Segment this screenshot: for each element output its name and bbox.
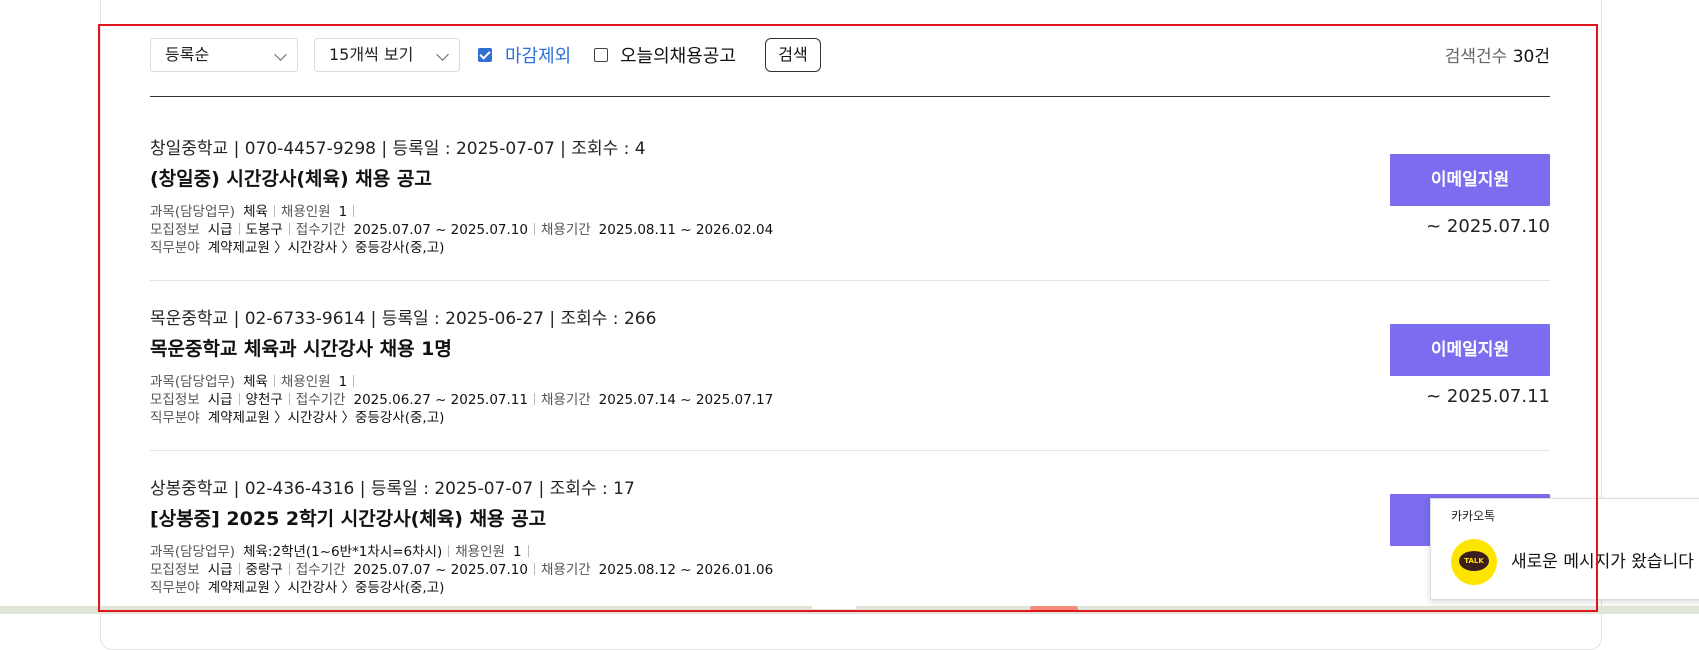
hire-period-value: 2025.08.12 ~ 2026.01.06 (598, 562, 774, 578)
row-divider (150, 280, 1550, 281)
hire-period-value: 2025.08.11 ~ 2026.02.04 (598, 222, 774, 238)
search-toolbar: 등록순 15개씩 보기 마감제외 오늘의채용공고 검색 검색건수 30건 (150, 38, 1550, 74)
hire-period-label: 채용기간 (540, 562, 591, 578)
divider (353, 205, 355, 217)
job-title[interactable]: (창일중) 시간강사(체육) 채용 공고 (150, 164, 432, 191)
result-count: 검색건수 30건 (1445, 42, 1550, 67)
job-recruit-line: 모집정보 시급 중랑구 접수기간 2025.07.07 ~ 2025.07.10 채용기간… (150, 558, 773, 578)
job-field-label: 직무분야 (150, 410, 200, 426)
divider (288, 393, 290, 405)
email-apply-button[interactable]: 이메일지원 (1390, 154, 1550, 206)
divider (273, 375, 275, 387)
divider (353, 375, 355, 387)
per-page-select-value: 15개씩 보기 (329, 45, 414, 64)
exclude-closed-checkbox[interactable] (478, 48, 492, 62)
job-listing: 창일중학교 | 070-4457-9298 | 등록일 : 2025-07-07… (150, 134, 1550, 294)
job-recruit-line: 모집정보 시급 도봉구 접수기간 2025.07.07 ~ 2025.07.10 채용기간… (150, 218, 773, 238)
job-field-value: 계약제교원 〉시간강사 〉중등강사(중,고) (207, 240, 445, 256)
result-count-value: 30건 (1512, 47, 1550, 67)
toolbar-divider (150, 96, 1550, 97)
job-meta: 상봉중학교 | 02-436-4316 | 등록일 : 2025-07-07 |… (150, 479, 635, 499)
divider (288, 563, 290, 575)
job-title[interactable]: [상봉중] 2025 2학기 시간강사(체육) 채용 공고 (150, 504, 546, 531)
divider (533, 393, 535, 405)
divider (527, 545, 529, 557)
divider (238, 223, 240, 235)
sort-select-value: 등록순 (165, 45, 210, 64)
job-field-value: 계약제교원 〉시간강사 〉중등강사(중,고) (207, 580, 445, 596)
job-field-label: 직무분야 (150, 240, 200, 256)
hire-period-label: 채용기간 (540, 222, 591, 238)
divider (238, 393, 240, 405)
per-page-select[interactable]: 15개씩 보기 (314, 38, 460, 72)
exclude-closed-label[interactable]: 마감제외 (505, 42, 571, 68)
job-listing: 목운중학교 | 02-6733-9614 | 등록일 : 2025-06-27 … (150, 304, 1550, 464)
job-title[interactable]: 목운중학교 체육과 시간강사 채용 1명 (150, 334, 452, 361)
job-listing: 상봉중학교 | 02-436-4316 | 등록일 : 2025-07-07 |… (150, 474, 1550, 606)
job-field-value: 계약제교원 〉시간강사 〉중등강사(중,고) (207, 410, 445, 426)
deadline: ~ 2025.07.11 (1426, 386, 1550, 407)
job-subject-line: 과목(담당업무) 체육 채용인원 1 (150, 370, 360, 390)
divider (533, 223, 535, 235)
chevron-down-icon (436, 48, 449, 61)
taskbar-indicator (1030, 606, 1078, 611)
result-count-label: 검색건수 (1444, 47, 1508, 67)
taskbar-indicator (812, 606, 856, 609)
divider (273, 205, 275, 217)
job-field-line: 직무분야 계약제교원 〉시간강사 〉중등강사(중,고) (150, 576, 444, 596)
notification-app-name: 카카오톡 (1451, 509, 1496, 523)
job-field-label: 직무분야 (150, 580, 200, 596)
divider (238, 563, 240, 575)
divider (448, 545, 450, 557)
divider (288, 223, 290, 235)
job-field-line: 직무분야 계약제교원 〉시간강사 〉중등강사(중,고) (150, 236, 444, 256)
job-recruit-line: 모집정보 시급 양천구 접수기간 2025.06.27 ~ 2025.07.11 채용기간… (150, 388, 773, 408)
hire-period-label: 채용기간 (540, 392, 591, 408)
chevron-down-icon (274, 48, 287, 61)
sort-select[interactable]: 등록순 (150, 38, 298, 72)
hire-period-value: 2025.07.14 ~ 2025.07.17 (598, 392, 774, 408)
today-only-checkbox[interactable] (594, 48, 608, 62)
job-field-line: 직무분야 계약제교원 〉시간강사 〉중등강사(중,고) (150, 406, 444, 426)
search-button[interactable]: 검색 (765, 38, 821, 72)
job-subject-line: 과목(담당업무) 체육:2학년(1~6반*1차시=6차시) 채용인원 1 (150, 540, 535, 560)
job-meta: 창일중학교 | 070-4457-9298 | 등록일 : 2025-07-07… (150, 139, 646, 159)
kakaotalk-notification[interactable]: 카카오톡 TALK 새로운 메시지가 왔습니다 (1430, 498, 1699, 600)
notification-message: 새로운 메시지가 왔습니다 (1511, 552, 1694, 572)
kakaotalk-icon-text: TALK (1459, 551, 1489, 571)
today-only-label[interactable]: 오늘의채용공고 (620, 42, 736, 68)
job-subject-line: 과목(담당업무) 체육 채용인원 1 (150, 200, 360, 220)
job-meta: 목운중학교 | 02-6733-9614 | 등록일 : 2025-06-27 … (150, 309, 657, 329)
divider (533, 563, 535, 575)
deadline: ~ 2025.07.10 (1426, 216, 1550, 237)
row-divider (150, 450, 1550, 451)
kakaotalk-icon: TALK (1451, 539, 1497, 585)
email-apply-button[interactable]: 이메일지원 (1390, 324, 1550, 376)
